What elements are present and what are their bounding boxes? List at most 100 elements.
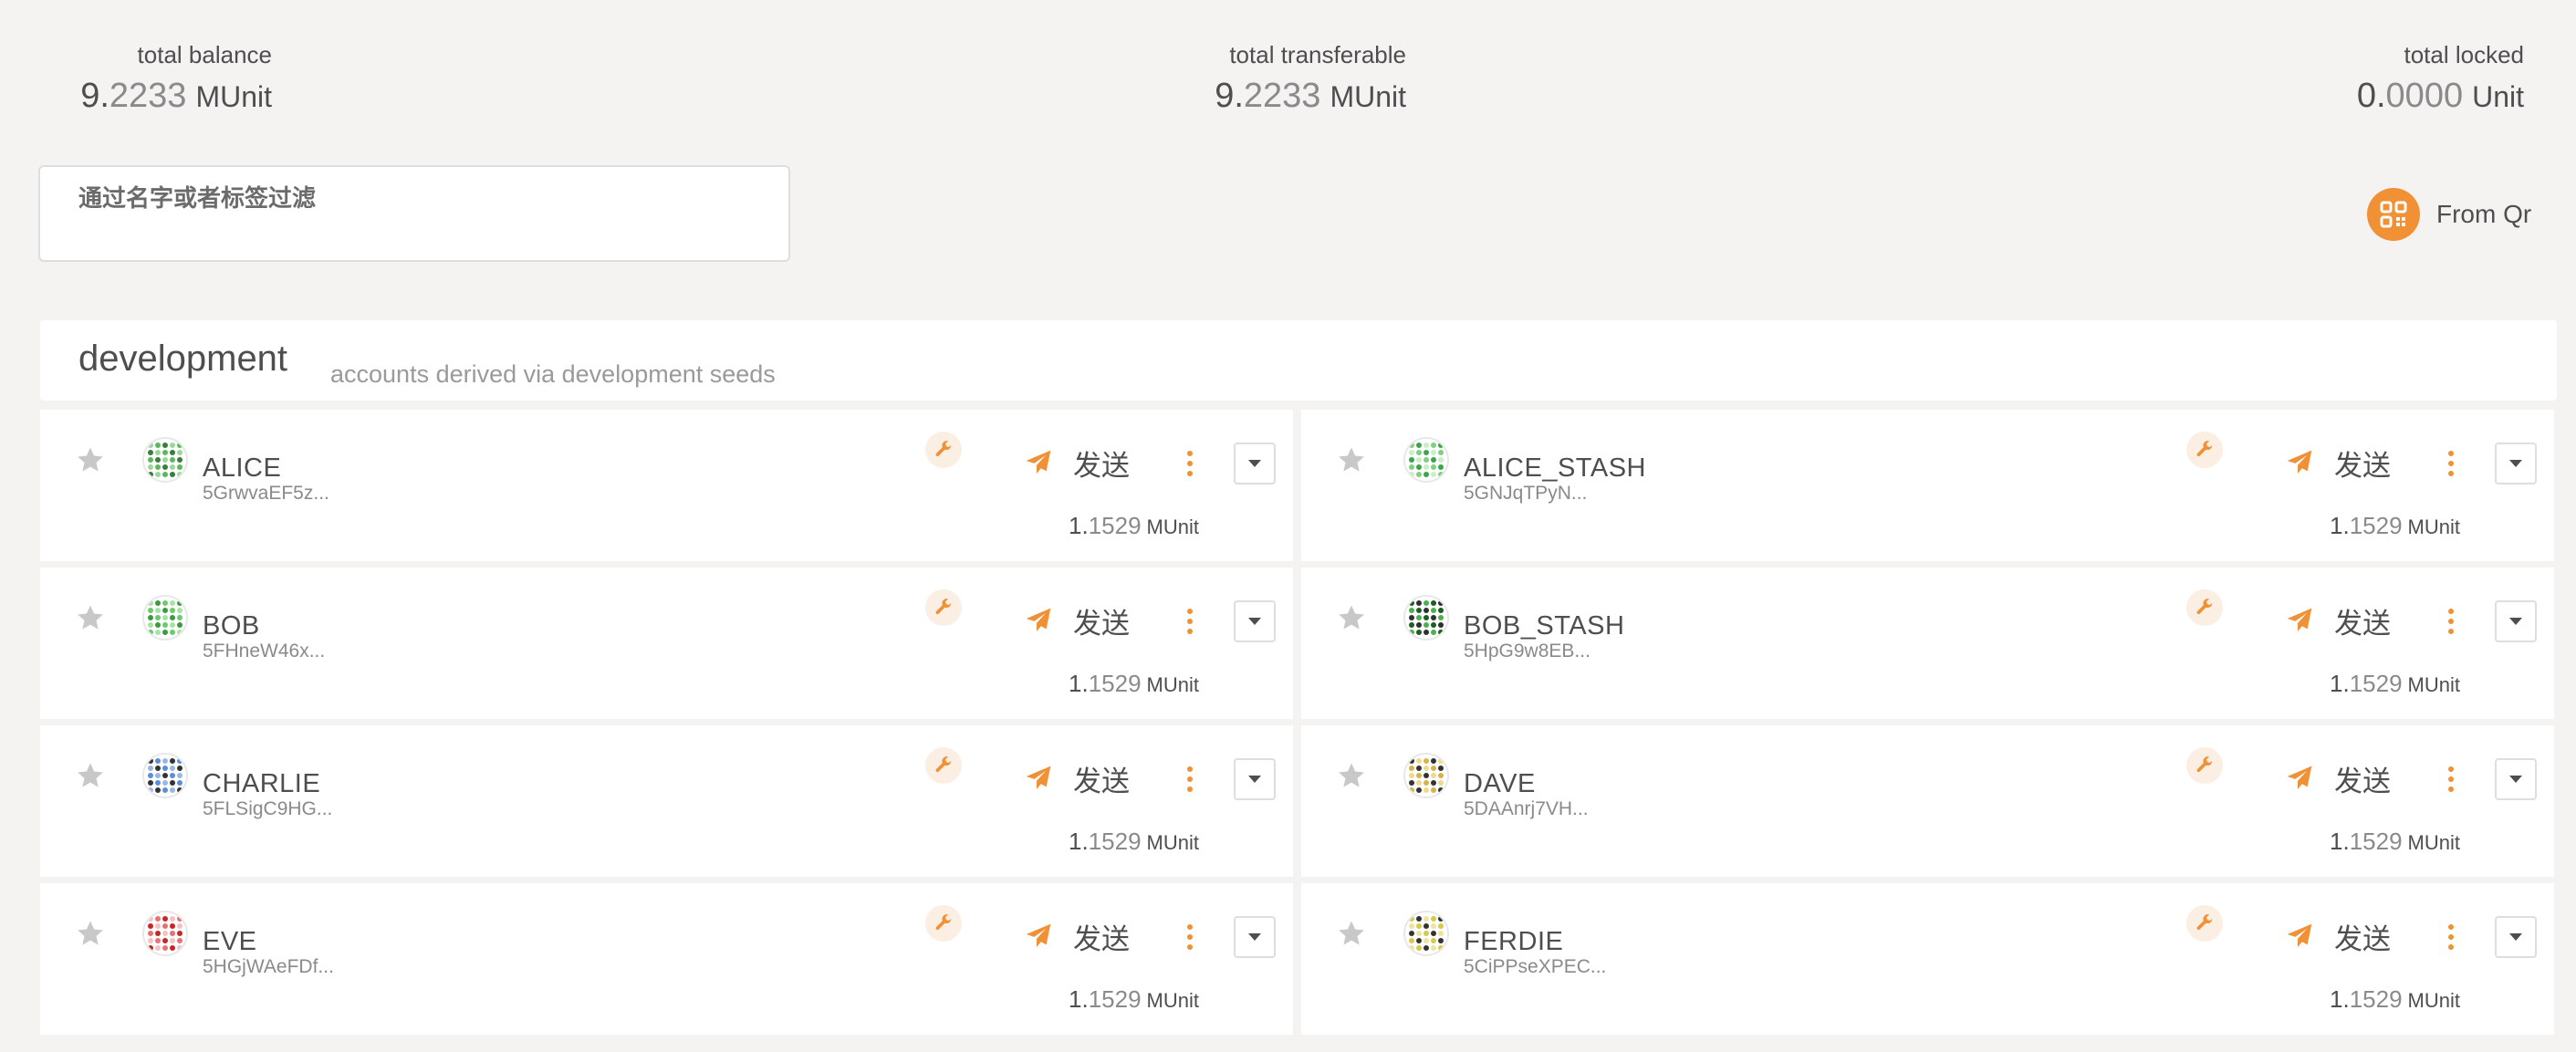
more-options-icon[interactable] [2446,923,2456,951]
star-icon[interactable] [1336,602,1367,633]
expand-dropdown-button[interactable] [2495,443,2537,484]
expand-dropdown-button[interactable] [2495,916,2537,958]
send-button[interactable]: 发送 [2285,604,2391,640]
more-options-icon[interactable] [2446,608,2456,635]
caret-down-icon [2509,460,2522,467]
send-label: 发送 [2334,922,2391,955]
balance-int: 1. [2330,512,2350,539]
total-transferable-label: total transferable [1229,41,1406,68]
paper-plane-icon [2287,766,2312,789]
identicon-avatar[interactable] [142,911,188,956]
account-name: BOB [203,611,260,641]
caret-down-icon [1248,618,1261,625]
send-button[interactable]: 发送 [1024,920,1130,955]
expand-dropdown-button[interactable] [2495,758,2537,800]
identicon-avatar[interactable] [1403,437,1449,483]
send-button[interactable]: 发送 [2285,920,2391,955]
balance-unit: MUnit [1146,673,1199,696]
total-transferable-value: 9.2233 MUnit [1215,73,1406,120]
paper-plane-icon [1026,923,1051,947]
star-icon[interactable] [75,444,106,475]
wrench-icon[interactable] [925,905,962,942]
wrench-icon[interactable] [2186,589,2223,626]
more-options-icon[interactable] [1184,923,1195,951]
more-options-icon[interactable] [1184,608,1195,635]
account-row-alice_stash: ALICE_STASH 5GNJqTPyN... 发送 1.1529 MUnit [1301,410,2554,561]
star-icon[interactable] [75,918,106,949]
star-icon[interactable] [1336,760,1367,791]
balance-unit: MUnit [2407,989,2460,1012]
send-button[interactable]: 发送 [2285,762,2391,797]
wrench-icon[interactable] [925,589,962,626]
filter-input[interactable] [77,214,756,253]
expand-dropdown-button[interactable] [1234,758,1276,800]
from-qr-button[interactable]: From Qr [2367,188,2531,241]
caret-down-icon [2509,933,2522,941]
send-button[interactable]: 发送 [1024,446,1130,482]
send-button[interactable]: 发送 [1024,604,1130,640]
balance-summary: total balance 9.2233 MUnit total transfer… [0,36,2576,119]
wrench-icon[interactable] [2186,905,2223,942]
account-row-alice: ALICE 5GrwvaEF5z... 发送 1.1529 MUnit [40,410,1293,561]
identicon-avatar[interactable] [142,437,188,483]
balance-dec: 1529 [2349,512,2403,539]
identicon-avatar[interactable] [1403,595,1449,641]
total-locked-int: 0. [2356,77,2386,115]
balance-int: 1. [1069,985,1089,1013]
caret-down-icon [2509,776,2522,783]
identicon-avatar[interactable] [142,595,188,641]
identicon-avatar[interactable] [142,753,188,798]
expand-dropdown-button[interactable] [2495,600,2537,642]
identicon-avatar[interactable] [1403,911,1449,956]
filter-box[interactable]: 通过名字或者标签过滤 [38,165,790,262]
expand-dropdown-button[interactable] [1234,600,1276,642]
account-balance: 1.1529 MUnit [1069,985,1199,1014]
account-address[interactable]: 5GNJqTPyN... [1464,483,1587,505]
group-description: accounts derived via development seeds [330,360,776,388]
send-button[interactable]: 发送 [1024,762,1130,797]
more-options-icon[interactable] [1184,450,1195,477]
balance-unit: MUnit [1146,831,1199,854]
star-icon[interactable] [1336,444,1367,475]
account-address[interactable]: 5HGjWAeFDf... [203,956,334,978]
total-locked-label: total locked [2404,41,2524,68]
account-balance: 1.1529 MUnit [1069,670,1199,698]
expand-dropdown-button[interactable] [1234,443,1276,484]
account-address[interactable]: 5DAAnrj7VH... [1464,798,1589,820]
more-options-icon[interactable] [2446,450,2456,477]
star-icon[interactable] [1336,918,1367,949]
account-address[interactable]: 5FLSigC9HG... [203,798,332,820]
wrench-icon[interactable] [925,432,962,468]
wrench-icon[interactable] [925,747,962,784]
account-name: ALICE [203,453,282,483]
total-locked-unit: Unit [2472,80,2524,113]
total-balance: total balance 9.2233 MUnit [80,36,272,120]
account-name: EVE [203,927,257,956]
star-icon[interactable] [75,602,106,633]
account-address[interactable]: 5FHneW46x... [203,641,325,662]
balance-dec: 1529 [2349,985,2403,1013]
balance-unit: MUnit [1146,989,1199,1012]
wrench-icon[interactable] [2186,432,2223,468]
group-header-development: development accounts derived via develop… [40,320,2557,401]
balance-int: 1. [2330,828,2350,855]
send-label: 发送 [2334,607,2391,640]
total-transferable-unit: MUnit [1330,80,1406,113]
account-balance: 1.1529 MUnit [2330,512,2460,540]
more-options-icon[interactable] [1184,766,1195,793]
balance-dec: 1529 [1088,828,1142,855]
expand-dropdown-button[interactable] [1234,916,1276,958]
balance-dec: 1529 [1088,670,1142,697]
send-button[interactable]: 发送 [2285,446,2391,482]
balance-dec: 1529 [2349,828,2403,855]
more-options-icon[interactable] [2446,766,2456,793]
account-address[interactable]: 5CiPPseXPEC... [1464,956,1606,978]
account-name: FERDIE [1464,927,1564,956]
identicon-avatar[interactable] [1403,753,1449,798]
star-icon[interactable] [75,760,106,791]
account-address[interactable]: 5GrwvaEF5z... [203,483,329,505]
wrench-icon[interactable] [2186,747,2223,784]
account-name: DAVE [1464,769,1536,798]
account-address[interactable]: 5HpG9w8EB... [1464,641,1590,662]
balance-int: 1. [2330,985,2350,1013]
